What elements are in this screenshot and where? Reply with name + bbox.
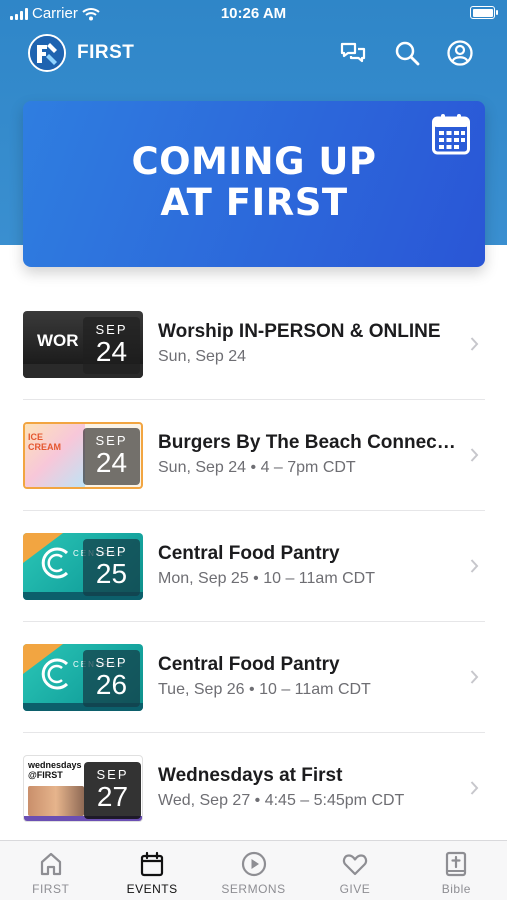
banner-line-2: AT FIRST: [160, 181, 348, 224]
tab-give[interactable]: GIVE: [304, 841, 405, 900]
thumbnail-text: wednesdays @FIRST: [28, 760, 82, 780]
chevron-right-icon: [470, 781, 479, 795]
event-datetime: Sun, Sep 24 • 4 – 7pm CDT: [158, 459, 356, 476]
bible-icon: [446, 851, 467, 877]
app-header: FIRST: [0, 30, 507, 76]
event-date-badge: SEP 26: [83, 650, 140, 707]
chevron-right-icon: [470, 448, 479, 462]
event-date-badge: SEP 25: [83, 539, 140, 596]
tab-label: Bible: [441, 882, 471, 896]
event-title: Central Food Pantry: [158, 543, 340, 564]
thumbnail-text: WOR: [37, 331, 79, 350]
chevron-right-icon: [470, 337, 479, 351]
tab-label: SERMONS: [221, 882, 286, 896]
event-day: 27: [96, 781, 129, 812]
event-datetime: Sun, Sep 24: [158, 348, 247, 365]
play-circle-icon: [241, 851, 266, 877]
event-title: Wednesdays at First: [158, 765, 343, 786]
calendar-icon: [141, 851, 164, 877]
coming-up-banner[interactable]: COMING UP AT FIRST: [23, 101, 485, 267]
tab-bar: FIRST EVENTS SERMONS GIVE Bible: [0, 840, 507, 900]
event-row[interactable]: CENTRAL SEP 25 Central Food Pantry Mon, …: [23, 511, 485, 622]
event-title: Central Food Pantry: [158, 654, 340, 675]
central-logo-icon: [41, 658, 69, 690]
event-month: SEP: [95, 322, 128, 337]
event-thumbnail: ICE CREAM SEP 24: [23, 422, 143, 489]
event-day: 24: [95, 447, 128, 478]
tab-first[interactable]: FIRST: [0, 841, 101, 900]
event-datetime: Wed, Sep 27 • 4:45 – 5:45pm CDT: [158, 792, 405, 809]
app-logo-icon[interactable]: [28, 34, 66, 72]
battery-icon: [470, 6, 498, 19]
central-logo-icon: [41, 547, 69, 579]
chat-icon[interactable]: [338, 38, 368, 68]
thumbnail-text: ICE CREAM: [28, 432, 61, 452]
status-bar: Carrier 10:26 AM: [0, 0, 507, 28]
event-thumbnail: CENTRAL SEP 26: [23, 644, 143, 711]
search-icon[interactable]: [392, 38, 422, 68]
event-row[interactable]: WOR SEP 24 Worship IN-PERSON & ONLINE Su…: [23, 289, 485, 400]
event-day: 25: [95, 558, 128, 589]
tab-label: EVENTS: [126, 882, 178, 896]
event-date-badge: SEP 27: [84, 762, 141, 819]
event-row[interactable]: wednesdays @FIRST SEP 27 Wednesdays at F…: [23, 733, 485, 844]
event-month: SEP: [96, 767, 129, 782]
event-date-badge: SEP 24: [83, 428, 140, 485]
event-day: 24: [95, 336, 128, 367]
event-title: Worship IN-PERSON & ONLINE: [158, 321, 441, 342]
banner-line-1: COMING UP: [131, 140, 377, 183]
tab-events[interactable]: EVENTS: [101, 841, 202, 900]
event-thumbnail: CENTRAL SEP 25: [23, 533, 143, 600]
event-thumbnail: WOR SEP 24: [23, 311, 143, 378]
heart-icon: [342, 854, 368, 876]
event-month: SEP: [95, 544, 128, 559]
events-list: WOR SEP 24 Worship IN-PERSON & ONLINE Su…: [0, 289, 507, 844]
banner-title: COMING UP AT FIRST: [23, 141, 485, 223]
home-icon: [40, 852, 61, 876]
event-row[interactable]: ICE CREAM SEP 24 Burgers By The Beach Co…: [23, 400, 485, 511]
app-title: FIRST: [77, 42, 135, 63]
calendar-icon: [432, 114, 470, 155]
event-title: Burgers By The Beach Connec…: [158, 432, 456, 453]
event-month: SEP: [95, 433, 128, 448]
event-date-badge: SEP 24: [83, 317, 140, 374]
tab-label: GIVE: [339, 882, 371, 896]
tab-sermons[interactable]: SERMONS: [203, 841, 304, 900]
event-month: SEP: [95, 655, 128, 670]
event-row[interactable]: CENTRAL SEP 26 Central Food Pantry Tue, …: [23, 622, 485, 733]
chevron-right-icon: [470, 559, 479, 573]
event-day: 26: [95, 669, 128, 700]
event-datetime: Mon, Sep 25 • 10 – 11am CDT: [158, 570, 375, 587]
chevron-right-icon: [470, 670, 479, 684]
tab-bible[interactable]: Bible: [406, 841, 507, 900]
event-datetime: Tue, Sep 26 • 10 – 11am CDT: [158, 681, 371, 698]
tab-label: FIRST: [32, 882, 70, 896]
status-time: 10:26 AM: [220, 5, 287, 22]
event-thumbnail: wednesdays @FIRST SEP 27: [23, 755, 143, 822]
profile-icon[interactable]: [445, 38, 475, 68]
